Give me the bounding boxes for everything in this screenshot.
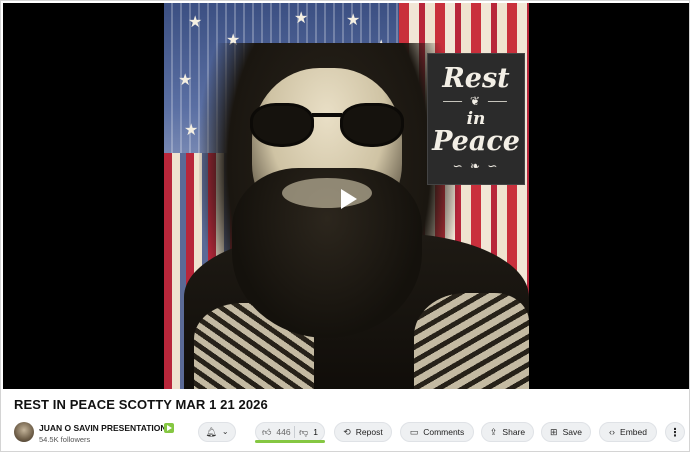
chevron-down-icon: ⌄ [221, 427, 229, 436]
star-icon: ★ [178, 72, 193, 89]
repost-icon: ⟲ [343, 426, 351, 437]
video-player[interactable]: ★ ★ ★ ★ ★ ★ ★ Rest ⸺ ❦ ⸺ in Peace [3, 3, 689, 389]
thumbs-down-icon: 👎︎ [299, 427, 309, 437]
dislike-count: 1 [313, 427, 318, 437]
page-frame: ★ ★ ★ ★ ★ ★ ★ Rest ⸺ ❦ ⸺ in Peace [0, 0, 690, 452]
comments-label: Comments [423, 427, 465, 437]
embed-icon: ‹› [609, 426, 616, 437]
portrait-tattoo-arm-right [414, 293, 529, 389]
star-icon: ★ [346, 12, 361, 29]
repost-label: Repost [355, 427, 383, 437]
rating-divider [294, 426, 296, 438]
play-icon[interactable] [341, 189, 357, 209]
bell-icon: 🔔︎ [205, 426, 217, 437]
flourish-icon: ⸺ ❦ ⸺ [442, 94, 510, 108]
portrait-sunglasses [248, 103, 406, 151]
sunglasses-bridge [312, 113, 342, 117]
comment-icon: ▭ [409, 426, 419, 437]
star-icon: ★ [184, 122, 199, 139]
like-button[interactable]: 👍︎ 446 [262, 427, 291, 437]
share-icon: ⇪ [489, 426, 498, 437]
like-ratio-bar [255, 440, 325, 443]
embed-label: Embed [620, 427, 647, 437]
like-ratio-fill [255, 440, 325, 443]
sunglasses-lens-right [340, 103, 404, 147]
repost-button[interactable]: ⟲ Repost [334, 422, 392, 442]
channel-name[interactable]: JUAN O SAVIN PRESENTATIONS [39, 423, 172, 433]
rip-text-rest: Rest [442, 63, 510, 94]
rip-text-peace: Peace [432, 126, 520, 157]
more-vertical-icon: ⋮ [669, 426, 681, 439]
star-icon: ★ [188, 14, 203, 31]
follower-count: 54.5K followers [39, 435, 91, 444]
flourish-icon: ∽ ❧ ∽ [452, 159, 500, 173]
verified-badge-icon [164, 423, 174, 433]
star-icon: ★ [294, 10, 309, 27]
share-button[interactable]: ⇪ Share [481, 422, 534, 442]
save-icon: ⊞ [550, 426, 558, 437]
rest-in-peace-card: Rest ⸺ ❦ ⸺ in Peace ∽ ❧ ∽ [427, 53, 525, 185]
sunglasses-lens-left [250, 103, 314, 147]
rating-control: 👍︎ 446 👎︎ 1 [255, 422, 325, 442]
thumbs-up-icon: 👍︎ [262, 427, 272, 437]
save-button[interactable]: ⊞ Save [541, 422, 591, 442]
share-label: Share [502, 427, 526, 437]
notifications-button[interactable]: 🔔︎ ⌄ [198, 422, 236, 442]
embed-button[interactable]: ‹› Embed [599, 422, 657, 442]
video-title: REST IN PEACE SCOTTY MAR 1 21 2026 [14, 397, 268, 412]
save-label: Save [562, 427, 582, 437]
channel-avatar[interactable] [14, 422, 34, 442]
comments-button[interactable]: ▭ Comments [400, 422, 474, 442]
like-count: 446 [276, 427, 291, 437]
dislike-button[interactable]: 👎︎ 1 [299, 427, 318, 437]
more-options-button[interactable]: ⋮ [665, 422, 685, 442]
